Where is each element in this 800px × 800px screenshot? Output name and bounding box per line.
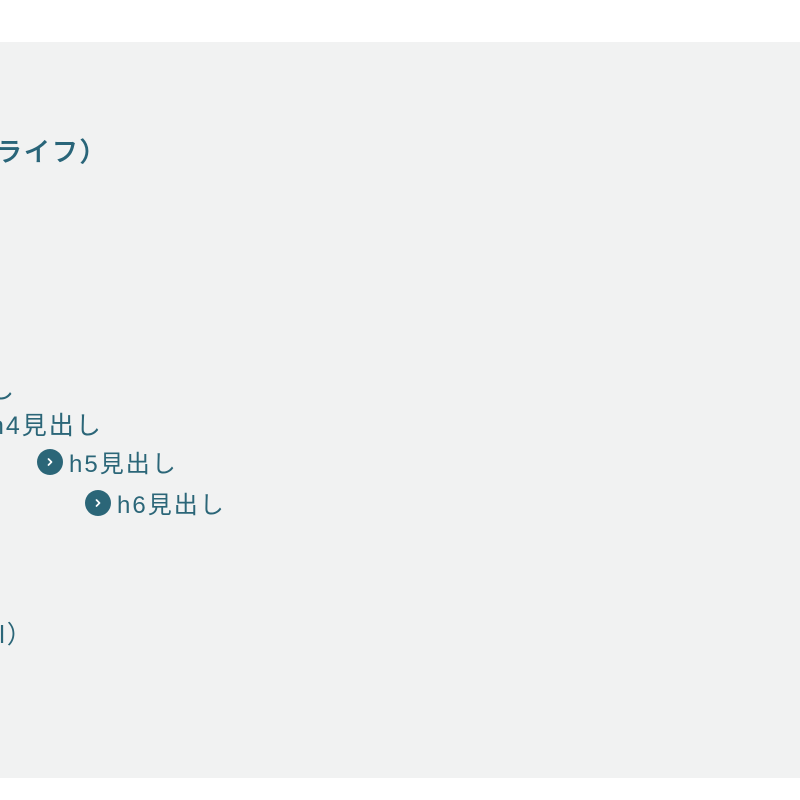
- chevron-right-icon: [37, 449, 63, 475]
- list-heading-text: ,ol,dl）: [0, 621, 34, 649]
- h4-heading: h4見出し: [0, 406, 103, 442]
- list-heading: ,ol,dl）: [0, 615, 34, 651]
- h4-heading-text: h4見出し: [0, 412, 103, 440]
- heading-photo-life-text: ォトライフ）: [0, 137, 108, 167]
- h5-heading-text: h5見出し: [69, 444, 178, 479]
- heading-photo-life: ォトライフ）: [0, 132, 108, 169]
- bottom-white-band: [0, 778, 800, 800]
- h6-heading-text: h6見出し: [117, 485, 226, 520]
- h3-heading: 出し: [0, 370, 16, 406]
- h6-heading: h6見出し: [85, 485, 226, 520]
- h3-heading-text: 出し: [0, 376, 16, 404]
- top-white-band: [0, 0, 800, 42]
- chevron-right-icon: [85, 490, 111, 516]
- h5-heading: h5見出し: [37, 444, 178, 479]
